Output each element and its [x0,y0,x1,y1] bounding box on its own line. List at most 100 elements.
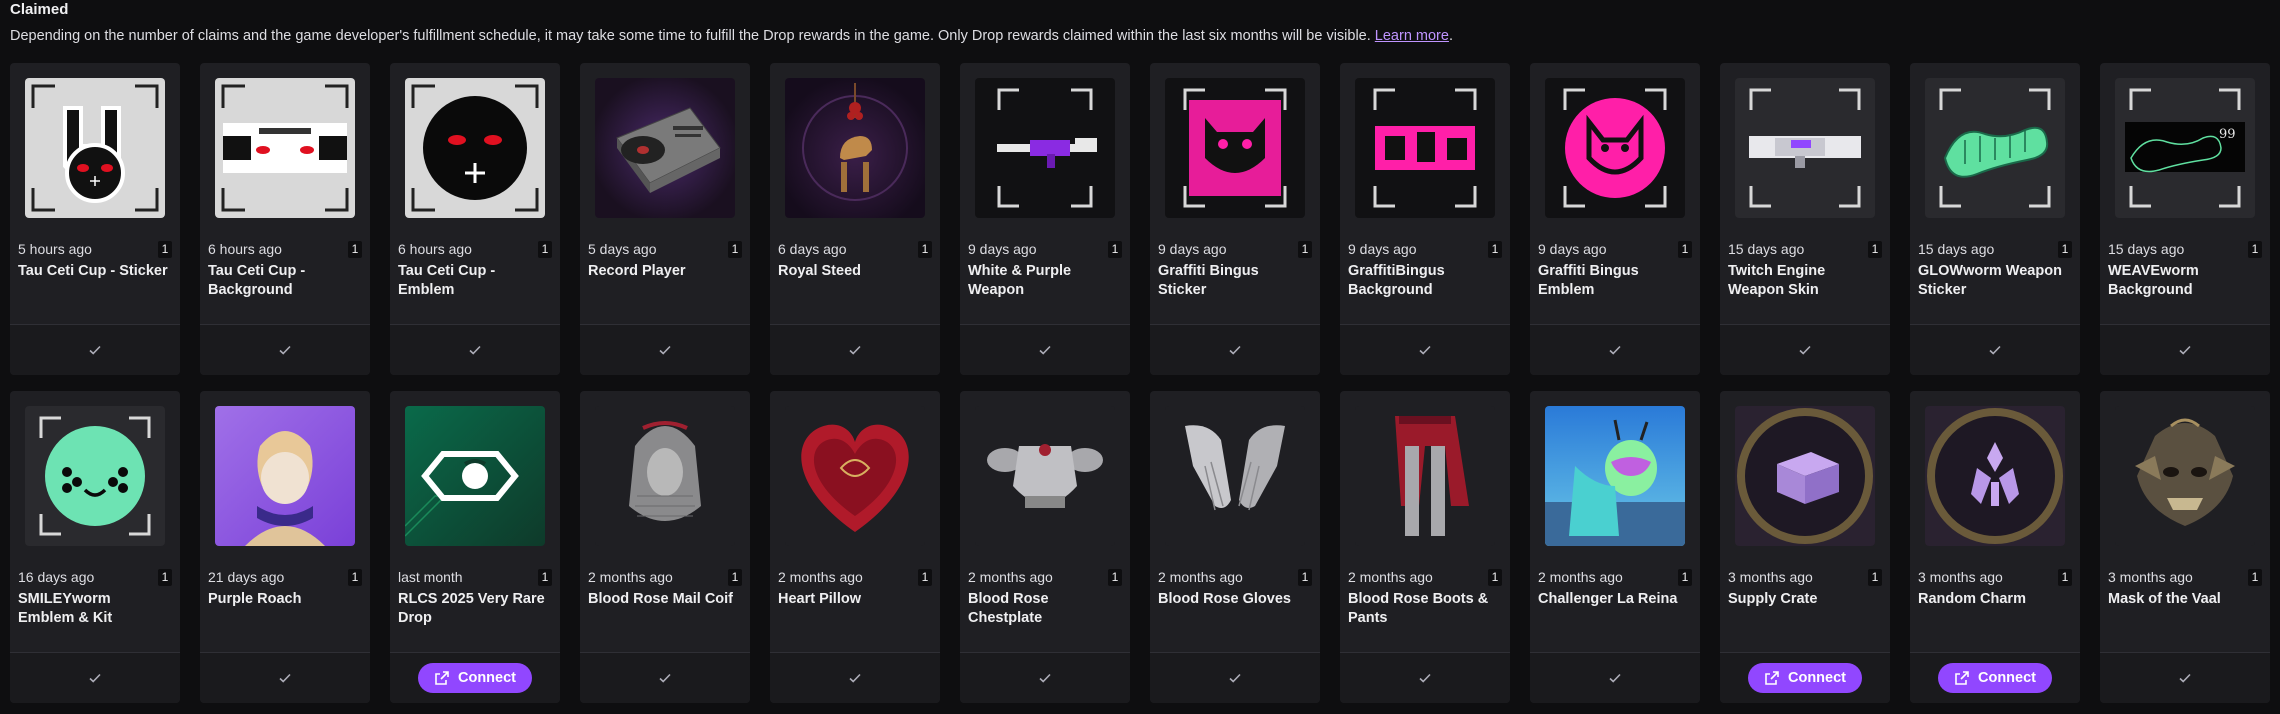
reward-name: Tau Ceti Cup - Background [208,263,306,298]
drop-card: 9 days ago 1 GraffitiBingus Background [1340,63,1510,375]
reward-image: 99 [2115,78,2255,218]
reward-image [1165,78,1305,218]
checkmark-icon [1799,345,1811,355]
checkmark-icon [1419,673,1431,683]
quantity-badge: 1 [1488,241,1502,258]
quantity-badge: 1 [1678,241,1692,258]
reward-name: WEAVEworm Background [2108,263,2199,298]
reward-image [595,78,735,218]
reward-name: Tau Ceti Cup - Sticker [18,263,168,279]
card-footer [10,652,180,703]
claimed-time: 15 days ago [2108,241,2185,257]
claimed-time: 5 hours ago [18,241,92,257]
quantity-badge: 1 [1868,569,1882,586]
reward-name: GLOWworm Weapon Sticker [1918,263,2062,298]
reward-image [785,406,925,546]
reward-name: Graffiti Bingus Sticker [1158,263,1259,298]
card-footer [200,652,370,703]
drop-card: 6 days ago 1 Royal Steed [770,63,940,375]
reward-name: Royal Steed [778,263,861,279]
reward-image [595,406,735,546]
external-link-icon [1955,671,1969,685]
reward-image [1165,406,1305,546]
card-footer [770,652,940,703]
card-footer [580,324,750,375]
checkmark-icon [659,345,671,355]
connect-button[interactable]: Connect [418,663,532,693]
drop-card: 9 days ago 1 Graffiti Bingus Emblem [1530,63,1700,375]
reward-image [1545,78,1685,218]
external-link-icon [1765,671,1779,685]
claimed-time: last month [398,569,463,585]
reward-name: White & Purple Weapon [968,263,1072,298]
connect-button[interactable]: Connect [1748,663,1862,693]
claimed-time: 9 days ago [968,241,1037,257]
card-footer [1150,324,1320,375]
quantity-badge: 1 [918,241,932,258]
reward-name: Challenger La Reina [1538,591,1678,607]
drop-card: 2 months ago 1 Blood Rose Gloves [1150,391,1320,703]
reward-image [1545,406,1685,546]
quantity-badge: 1 [1488,569,1502,586]
card-footer: Connect [1910,652,2080,703]
drop-card: 2 months ago 1 Heart Pillow [770,391,940,703]
reward-name: Tau Ceti Cup - Emblem [398,263,496,298]
drop-card: 3 months ago 1 Supply Crate Connect [1720,391,1890,703]
claimed-time: 9 days ago [1538,241,1607,257]
reward-name: Heart Pillow [778,591,861,607]
drop-card: 3 months ago 1 Random Charm Connect [1910,391,2080,703]
checkmark-icon [2179,345,2191,355]
card-footer [2100,324,2270,375]
claimed-time: 15 days ago [1918,241,1995,257]
connect-label: Connect [458,670,516,686]
drop-card: 2 months ago 1 Blood Rose Chestplate [960,391,1130,703]
connect-button[interactable]: Connect [1938,663,2052,693]
card-footer [10,324,180,375]
drop-card: 6 hours ago 1 Tau Ceti Cup - Emblem [390,63,560,375]
claimed-time: 2 months ago [968,569,1053,585]
section-description: Depending on the number of claims and th… [10,28,1453,44]
reward-image [1735,406,1875,546]
checkmark-icon [1229,673,1241,683]
card-footer [1910,324,2080,375]
learn-more-link[interactable]: Learn more [1375,28,1449,44]
checkmark-icon [1419,345,1431,355]
reward-image [25,406,165,546]
reward-image [1355,406,1495,546]
reward-image [2115,406,2255,546]
checkmark-icon [1609,345,1621,355]
claimed-time: 15 days ago [1728,241,1805,257]
drop-card: 21 days ago 1 Purple Roach [200,391,370,703]
drop-card: 6 hours ago 1 Tau Ceti Cup - Background [200,63,370,375]
reward-image [215,78,355,218]
drop-card: 2 months ago 1 Blood Rose Boots & Pants [1340,391,1510,703]
reward-image [975,406,1115,546]
claimed-time: 6 hours ago [208,241,282,257]
checkmark-icon [849,345,861,355]
quantity-badge: 1 [348,569,362,586]
card-footer [960,324,1130,375]
card-footer [1150,652,1320,703]
claimed-time: 2 months ago [1538,569,1623,585]
card-footer: Connect [390,652,560,703]
quantity-badge: 1 [2248,569,2262,586]
card-footer [390,324,560,375]
drop-card: 9 days ago 1 White & Purple Weapon [960,63,1130,375]
card-footer [1340,324,1510,375]
quantity-badge: 1 [1678,569,1692,586]
claimed-time: 3 months ago [1918,569,2003,585]
drop-card: 9 days ago 1 Graffiti Bingus Sticker [1150,63,1320,375]
claimed-time: 3 months ago [2108,569,2193,585]
checkmark-icon [279,673,291,683]
checkmark-icon [1989,345,2001,355]
claimed-time: 9 days ago [1158,241,1227,257]
checkmark-icon [279,345,291,355]
quantity-badge: 1 [538,241,552,258]
claimed-time: 2 months ago [1158,569,1243,585]
reward-name: RLCS 2025 Very Rare Drop [398,591,545,626]
reward-name: Graffiti Bingus Emblem [1538,263,1639,298]
section-title: Claimed [10,1,69,18]
quantity-badge: 1 [728,241,742,258]
reward-image [215,406,355,546]
reward-image [1925,406,2065,546]
